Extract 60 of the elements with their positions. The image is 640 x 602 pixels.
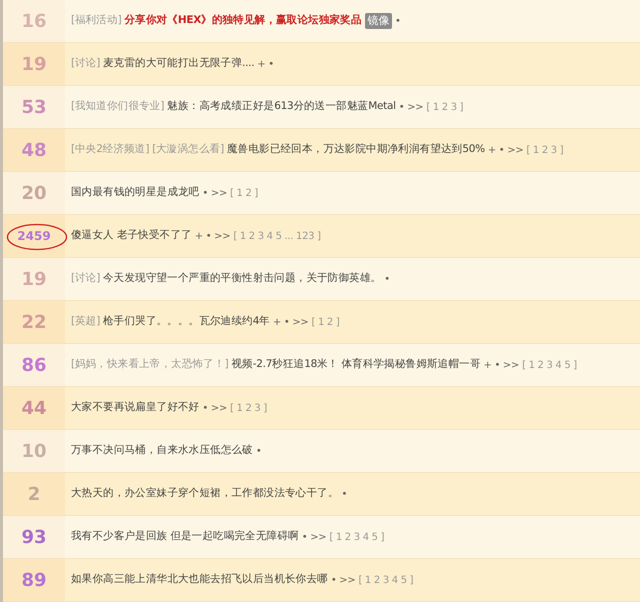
reply-count: 2459 — [17, 228, 51, 245]
topic-tag[interactable]: [讨论] — [71, 271, 100, 287]
topic-markers: • >> — [302, 530, 326, 544]
topic-title[interactable]: 万事不决问马桶，自来水水压低怎么破 — [71, 443, 253, 459]
page-links[interactable]: [ 1 2 3 4 5 ... 123 ] — [233, 228, 321, 244]
topic-title[interactable]: 魅族：高考成绩正好是613分的送一部魅蓝Metal — [167, 99, 396, 115]
page-links[interactable]: [ 1 2 3 4 5 ] — [522, 358, 577, 372]
topic-markers: • >> — [330, 574, 356, 588]
topic-markers: + • >> — [194, 230, 230, 244]
mirror-badge: 镜像 — [364, 12, 392, 30]
topic-title[interactable]: 国内最有钱的明星是成龙吧 — [71, 185, 200, 201]
page-links[interactable]: [ 1 2 3 ] — [230, 400, 267, 416]
reply-count: 20 — [21, 182, 47, 206]
topic-markers: • >> — [202, 186, 228, 200]
topic-tag[interactable]: [中央2经济频道] — [71, 142, 150, 158]
topic-tag[interactable]: [讨论] — [71, 56, 100, 72]
topic-title[interactable]: 魔兽电影已经回本，万达影院中期净利润有望达到50% — [226, 142, 485, 158]
topic-title[interactable]: 枪手们哭了。。。。瓦尔迪续约4年 — [103, 314, 270, 330]
reply-count: 16 — [21, 10, 47, 34]
topic-markers: + • >> — [488, 144, 524, 158]
reply-count: 93 — [21, 526, 47, 550]
reply-count: 53 — [21, 96, 47, 120]
topic-tag[interactable]: [英超] — [71, 314, 100, 330]
topic-markers: + • — [257, 58, 274, 72]
page-links[interactable]: [ 1 2 3 ] — [526, 142, 564, 158]
page-links[interactable]: [ 1 2 3 4 5 ] — [358, 572, 414, 588]
topic-title[interactable]: 大家不要再说扁皇了好不好 — [71, 400, 200, 416]
reply-count: 44 — [21, 396, 47, 420]
topic-tag[interactable]: [福利活动] — [71, 13, 122, 29]
topic-title[interactable]: 大热天的，办公室妹子穿个短裙，工作都没法专心干了。 — [71, 486, 339, 502]
topic-tag[interactable]: [大漩涡怎么看] — [152, 142, 224, 158]
topic-markers: • >> — [202, 402, 228, 416]
topic-markers: • — [394, 14, 401, 28]
reply-count: 19 — [21, 52, 47, 76]
topic-markers: • — [384, 272, 390, 286]
topic-title[interactable]: 麦克雷的大可能打出无限子弹.... — [103, 56, 254, 72]
topic-tag[interactable]: [妈妈，快来看上帝，太恐怖了！] — [71, 357, 228, 373]
topic-markers: • — [342, 488, 348, 502]
topic-title[interactable]: 今天发现守望一个严重的平衡性射击问题，关于防御英雄。 — [103, 271, 382, 287]
topic-markers: + • >> — [484, 358, 520, 372]
topic-markers: + • >> — [272, 316, 308, 330]
topic-markers: • — [256, 444, 262, 458]
reply-count: 10 — [21, 440, 47, 464]
reply-count: 2 — [28, 482, 40, 506]
topic-title[interactable]: 如果你高三能上清华北大也能去招飞以后当机长你去哪 — [71, 572, 328, 588]
topic-title[interactable]: 分享你对《HEX》的独特见解，赢取论坛独家奖品 — [124, 13, 362, 29]
page-links[interactable]: [ 1 2 ] — [230, 186, 258, 200]
topic-tag[interactable]: [我知道你们很专业] — [71, 99, 164, 115]
topic-title[interactable]: 视频-2.7秒狂追18米！ 体育科学揭秘鲁姆斯追帽一哥 — [231, 357, 480, 373]
page-links[interactable]: [ 1 2 ] — [311, 314, 340, 330]
reply-count: 22 — [21, 310, 47, 334]
topic-markers: • >> — [398, 100, 424, 114]
topic-title[interactable]: 傻逼女人 老子快受不了了 — [71, 228, 192, 244]
reply-count: 48 — [21, 138, 47, 162]
topic-title[interactable]: 我有不少客户是回族 但是一起吃喝完全无障碍啊 — [71, 529, 299, 545]
page-links[interactable]: [ 1 2 3 ] — [426, 100, 464, 114]
reply-count: 19 — [21, 268, 47, 292]
reply-count: 86 — [21, 354, 47, 378]
page-links[interactable]: [ 1 2 3 4 5 ] — [329, 530, 384, 544]
reply-count: 89 — [21, 568, 47, 592]
